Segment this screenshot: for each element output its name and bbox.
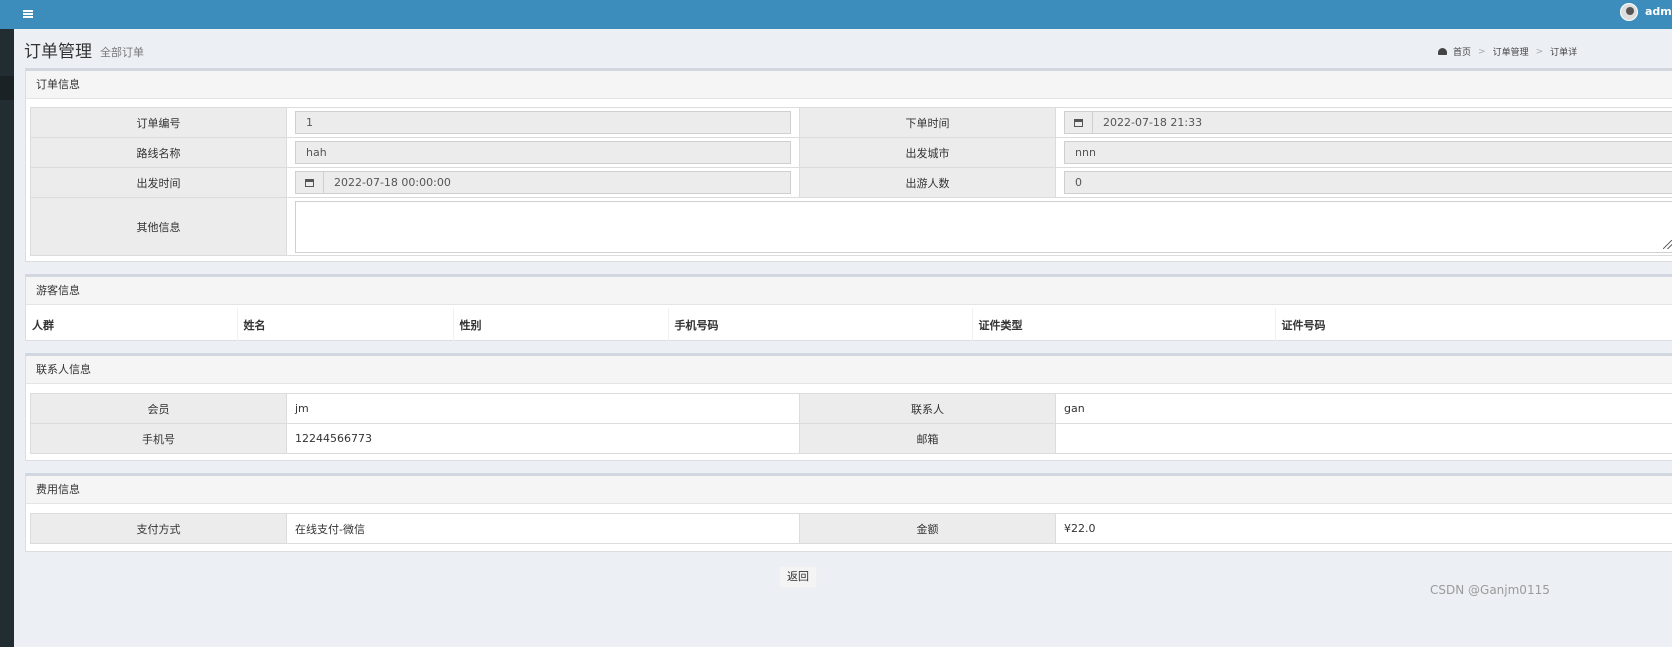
col-crowd: 人群 xyxy=(32,318,54,332)
order-no-label: 订单编号 xyxy=(30,107,287,138)
pay-method-label: 支付方式 xyxy=(30,513,287,544)
col-id-number: 证件号码 xyxy=(1274,308,1672,341)
contact-label: 联系人 xyxy=(799,393,1056,424)
email-value xyxy=(1055,423,1672,454)
col-phone: 手机号码 xyxy=(667,308,972,341)
col-id-type: 证件类型 xyxy=(971,308,1275,341)
sidebar-active-item[interactable] xyxy=(0,76,14,100)
calendar-icon xyxy=(305,178,314,187)
watermark: CSDN @Ganjm0115 xyxy=(1430,583,1550,597)
resize-grip-icon[interactable] xyxy=(1663,239,1672,249)
route-label: 路线名称 xyxy=(30,137,287,168)
tourist-info-header: 游客信息 xyxy=(26,277,1672,305)
other-label: 其他信息 xyxy=(30,197,287,256)
route-field: hah xyxy=(295,141,791,164)
sidebar-collapsed xyxy=(0,0,14,647)
people-label: 出游人数 xyxy=(799,167,1056,198)
order-info-box: 订单信息 订单编号 1 下单时间 2022-07-18 21:33 路线名称 h… xyxy=(25,68,1672,262)
fee-info-table: 支付方式 在线支付-微信 金额 ¥22.0 xyxy=(30,513,1672,544)
fee-info-box: 费用信息 支付方式 在线支付-微信 金额 ¥22.0 xyxy=(25,473,1672,552)
breadcrumb-order-manage[interactable]: 订单管理 xyxy=(1493,45,1529,58)
amount-label: 金额 xyxy=(799,513,1056,544)
breadcrumb: 首页 > 订单管理 > 订单详 xyxy=(1438,45,1577,58)
contact-value: gan xyxy=(1055,393,1672,424)
phone-label: 手机号 xyxy=(30,423,287,454)
depart-field: 2022-07-18 00:00:00 xyxy=(295,171,791,194)
dashboard-icon xyxy=(1438,48,1447,55)
main-content: 订单管理 全部订单 首页 > 订单管理 > 订单详 订单信息 订单编号 1 下单… xyxy=(14,29,1672,647)
tourist-table: 人群 姓名 性别 手机号码 证件类型 证件号码 xyxy=(26,308,1672,341)
breadcrumb-order-detail: 订单详 xyxy=(1550,48,1578,58)
phone-value: 12244566773 xyxy=(286,423,800,454)
city-field: nnn xyxy=(1064,141,1672,164)
user-avatar[interactable] xyxy=(1620,3,1638,21)
amount-value: ¥22.0 xyxy=(1055,513,1672,544)
calendar-icon xyxy=(1074,118,1083,127)
top-navbar: admi xyxy=(0,0,1672,29)
people-field: 0 xyxy=(1064,171,1672,194)
back-button[interactable]: 返回 xyxy=(779,566,817,588)
tourist-info-box: 游客信息 人群 姓名 性别 手机号码 证件类型 证件号码 xyxy=(25,274,1672,341)
pay-method-value: 在线支付-微信 xyxy=(286,513,800,544)
city-label: 出发城市 xyxy=(799,137,1056,168)
contact-info-box: 联系人信息 会员 jm 联系人 gan 手机号 12244566773 邮箱 xyxy=(25,353,1672,461)
page-title: 订单管理 xyxy=(24,42,92,62)
page-subtitle: 全部订单 xyxy=(100,46,144,59)
member-label: 会员 xyxy=(30,393,287,424)
menu-toggle-icon[interactable] xyxy=(16,4,40,24)
breadcrumb-home[interactable]: 首页 xyxy=(1453,45,1471,58)
contact-info-header: 联系人信息 xyxy=(26,356,1672,384)
email-label: 邮箱 xyxy=(799,423,1056,454)
contact-info-table: 会员 jm 联系人 gan 手机号 12244566773 邮箱 xyxy=(30,393,1672,454)
user-name[interactable]: admi xyxy=(1645,5,1672,18)
order-no-field: 1 xyxy=(295,111,791,134)
col-name: 姓名 xyxy=(236,308,453,341)
other-textarea[interactable] xyxy=(295,200,1672,253)
member-value: jm xyxy=(286,393,800,424)
order-time-label: 下单时间 xyxy=(799,107,1056,138)
order-time-field: 2022-07-18 21:33 xyxy=(1064,111,1672,134)
col-gender: 性别 xyxy=(452,308,668,341)
order-info-header: 订单信息 xyxy=(26,71,1672,99)
order-info-table: 订单编号 1 下单时间 2022-07-18 21:33 路线名称 hah 出发… xyxy=(30,107,1672,256)
depart-label: 出发时间 xyxy=(30,167,287,198)
fee-info-header: 费用信息 xyxy=(26,476,1672,504)
